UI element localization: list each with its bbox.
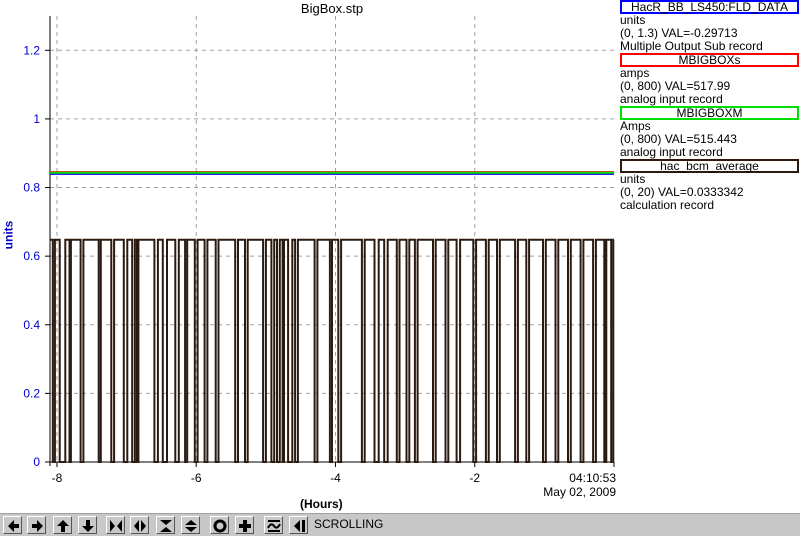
- y-tick-label: 0.4: [23, 318, 40, 332]
- y-tick-label: 0.8: [23, 181, 40, 195]
- zoom-in-vertical-button[interactable]: [156, 516, 175, 534]
- arrow-down-icon: [82, 520, 94, 532]
- chart-title: BigBox.stp: [300, 1, 364, 16]
- time-text: 04:10:53: [569, 471, 616, 485]
- x-tick-label: -6: [191, 471, 202, 485]
- y-tick-label: 1: [33, 112, 40, 126]
- arrow-up-button[interactable]: [53, 516, 72, 534]
- tick-labels: 0 0.2 0.4 0.6 0.8 1 1.2 -8 -6 -4 -2: [23, 43, 480, 485]
- zoom-in-vertical-icon: [160, 520, 172, 532]
- x-tick-label: -4: [330, 471, 341, 485]
- legend-type: Multiple Output Sub record: [620, 39, 763, 53]
- legend-entry[interactable]: HacR_BB_LS450:FLD_DATA units (0, 1.3) VAL=…: [620, 0, 800, 53]
- y-tick-label: 0.2: [23, 386, 40, 400]
- arrow-left-button[interactable]: [3, 516, 22, 534]
- date-text: May 02, 2009: [543, 485, 616, 499]
- arrow-right-icon: [32, 520, 43, 532]
- zoom-in-horizontal-button[interactable]: [106, 516, 125, 534]
- x-tick-label: -2: [469, 471, 480, 485]
- arrow-down-button[interactable]: [78, 516, 97, 534]
- scroll-mode-icon: [294, 520, 305, 532]
- legend-entry[interactable]: MBIGBOXs amps (0, 800) VAL=517.99 analog in…: [620, 53, 800, 106]
- zoom-out-horizontal-button[interactable]: [130, 516, 149, 534]
- series-layer: [50, 171, 615, 463]
- toolbar: SCROLLING: [0, 513, 800, 536]
- arrow-up-icon: [57, 520, 69, 532]
- legend-series-name[interactable]: MBIGBOXM: [620, 106, 799, 120]
- scroll-mode-button[interactable]: [289, 516, 308, 534]
- timestamp-label: 04:10:53 May 02, 2009: [530, 471, 616, 499]
- legend-type: analog input record: [620, 92, 723, 106]
- stop-icon: [213, 519, 227, 533]
- y-tick-label: 0.6: [23, 249, 40, 263]
- toolbar-status: SCROLLING: [314, 517, 384, 531]
- autoscale-button[interactable]: [264, 516, 283, 534]
- zoom-out-horizontal-icon: [134, 520, 146, 532]
- add-icon: [239, 520, 251, 532]
- series-line-hac_bcm_average: [50, 238, 615, 463]
- legend-series-name[interactable]: hac_bcm_average: [620, 159, 799, 173]
- legend-entry[interactable]: hac_bcm_average units (0, 20) VAL=0.033334…: [620, 159, 800, 212]
- autoscale-icon: [267, 520, 281, 532]
- legend-type: analog input record: [620, 145, 723, 159]
- arrow-left-icon: [8, 520, 19, 532]
- x-axis-label: (Hours): [300, 497, 343, 511]
- y-tick-label: 1.2: [23, 43, 40, 57]
- add-button[interactable]: [235, 516, 254, 534]
- legend-type: calculation record: [620, 198, 715, 212]
- legend-entry[interactable]: MBIGBOXM Amps (0, 800) VAL=515.443 analog i…: [620, 106, 800, 159]
- x-tick-label: -8: [52, 471, 63, 485]
- stop-button[interactable]: [210, 516, 229, 534]
- legend-series-name[interactable]: HacR_BB_LS450:FLD_DATA: [620, 0, 799, 14]
- zoom-out-vertical-icon: [185, 520, 197, 532]
- legend: HacR_BB_LS450:FLD_DATA units (0, 1.3) VAL=…: [620, 0, 800, 212]
- zoom-in-horizontal-icon: [110, 520, 122, 532]
- legend-series-name[interactable]: MBIGBOXs: [620, 53, 799, 67]
- y-axis-label: units: [1, 220, 16, 250]
- y-tick-label: 0: [33, 455, 40, 469]
- zoom-out-vertical-button[interactable]: [181, 516, 200, 534]
- arrow-right-button[interactable]: [27, 516, 46, 534]
